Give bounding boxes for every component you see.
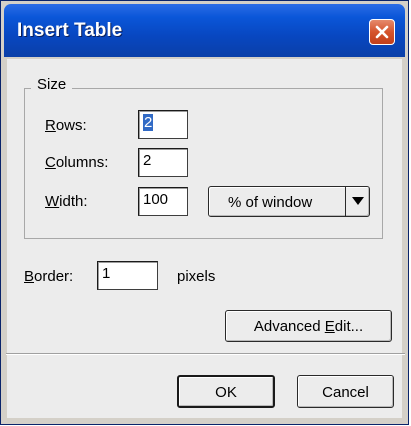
close-icon	[375, 25, 389, 39]
width-value: 100	[143, 191, 169, 208]
width-input[interactable]: 100	[138, 187, 188, 216]
columns-input[interactable]: 2	[138, 148, 188, 177]
dropdown-arrow-button[interactable]	[345, 187, 369, 216]
width-unit-selected: % of window	[228, 194, 313, 211]
border-value: 1	[102, 265, 111, 282]
triangle-down-icon	[352, 197, 364, 205]
separator-highlight	[6, 354, 405, 355]
rows-label: Rows:	[45, 117, 87, 134]
columns-label: Columns:	[45, 154, 109, 171]
title-bar[interactable]: Insert Table	[4, 4, 405, 57]
columns-value: 2	[143, 152, 152, 169]
width-unit-dropdown[interactable]: % of window	[208, 186, 370, 217]
width-label: Width:	[45, 193, 88, 210]
size-group-legend: Size	[31, 76, 73, 93]
rows-value: 2	[143, 114, 154, 131]
dialog-title: Insert Table	[17, 20, 123, 41]
border-input[interactable]: 1	[97, 261, 158, 290]
cancel-button[interactable]: Cancel	[297, 375, 394, 408]
ok-button[interactable]: OK	[177, 375, 275, 408]
border-unit-label: pixels	[177, 268, 216, 285]
rows-input[interactable]: 2	[138, 110, 188, 139]
border-label: Border:	[24, 268, 74, 285]
advanced-edit-button[interactable]: Advanced Edit...	[225, 310, 392, 342]
close-button[interactable]	[369, 19, 395, 45]
